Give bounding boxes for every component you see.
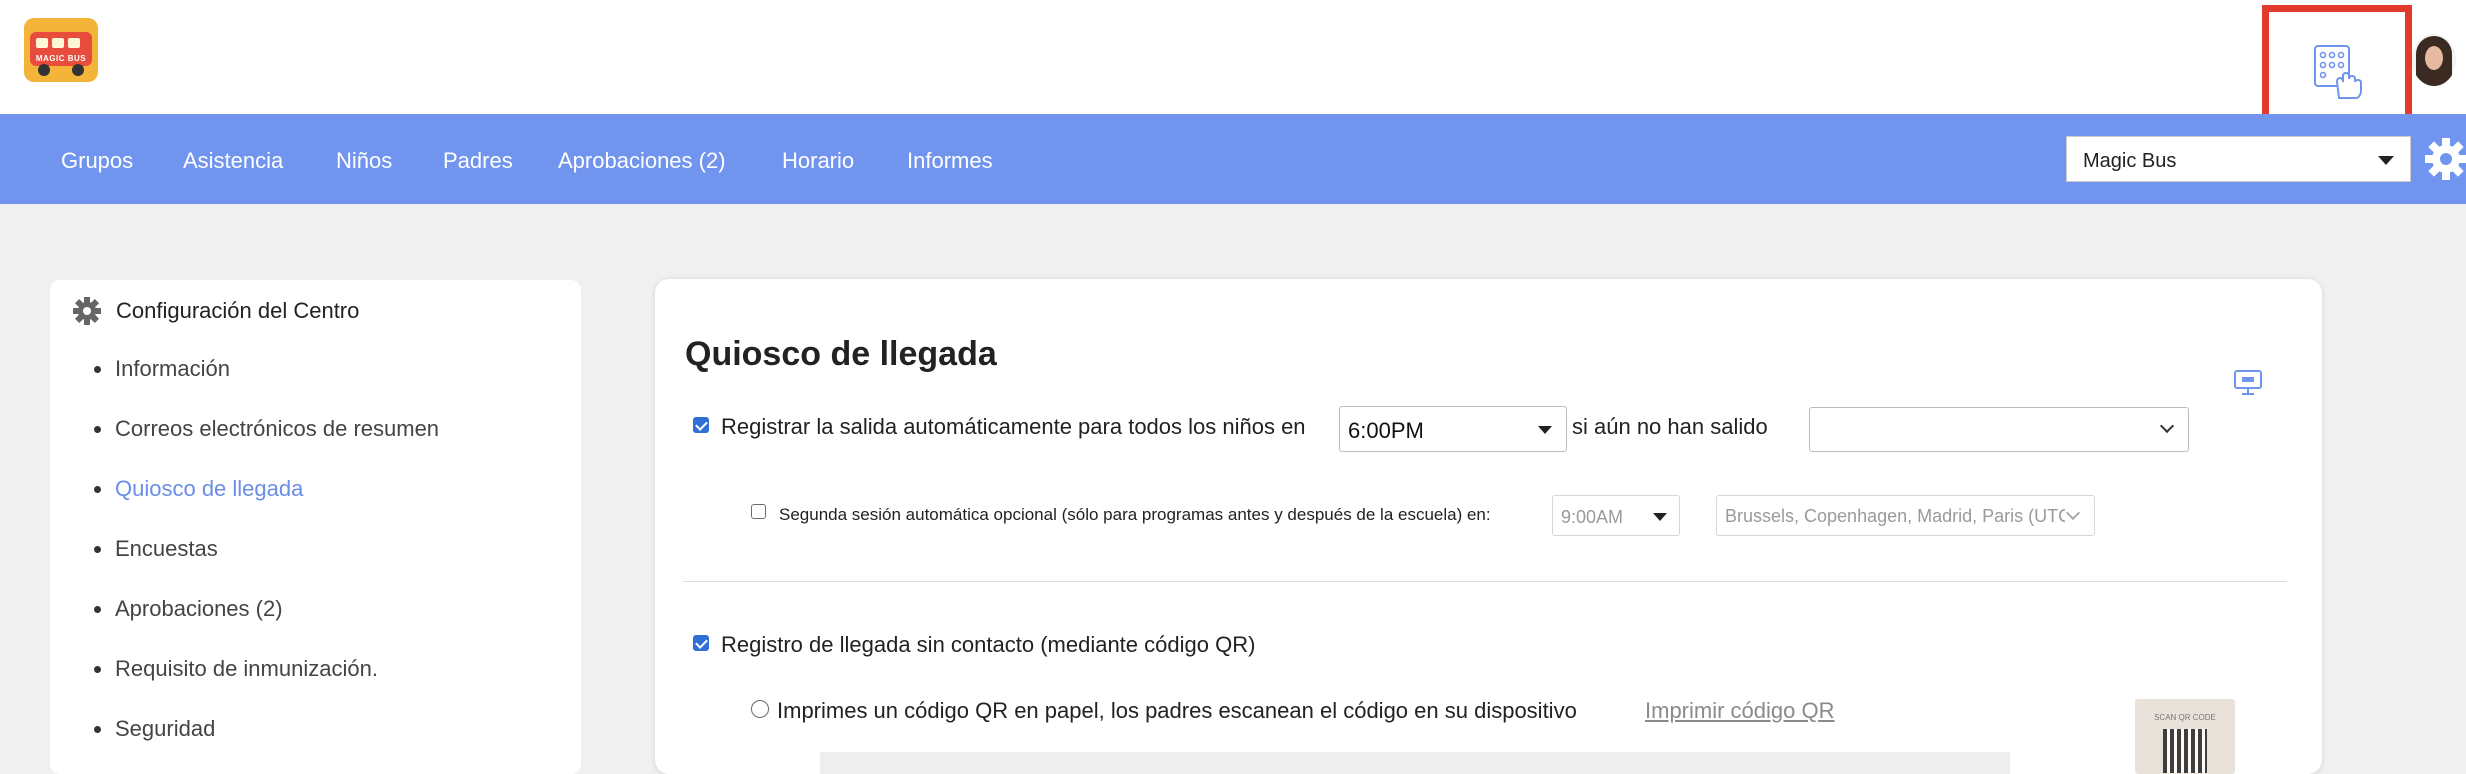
qr-code-preview[interactable]: SCAN QR CODE (2135, 699, 2235, 774)
contactless-checkbox[interactable] (693, 635, 709, 651)
chevron-down-icon (2065, 505, 2081, 521)
qr-paper-label: Imprimes un código QR en papel, los padr… (777, 698, 1577, 723)
monitor-preview-icon[interactable] (2233, 369, 2263, 397)
sidebar-item-aprobaciones[interactable]: Aprobaciones (2) (94, 596, 283, 622)
contactless-label: Registro de llegada sin contacto (median… (721, 632, 1256, 657)
selected-time: 9:00AM (1561, 507, 1624, 527)
timezone-select[interactable] (1809, 407, 2189, 452)
auto-checkout-checkbox[interactable] (693, 417, 709, 433)
sidebar-item-encuestas[interactable]: Encuestas (94, 536, 218, 562)
print-qr-link[interactable]: Imprimir código QR (1645, 698, 1834, 724)
section-divider (683, 581, 2287, 582)
sidebar-header: Configuración del Centro (72, 294, 359, 328)
bus-wheel (38, 64, 50, 76)
top-header: MAGIC BUS (0, 0, 2466, 129)
nav-aprobaciones[interactable]: Aprobaciones (2) (558, 148, 726, 174)
sidebar-item-label: Aprobaciones (2) (115, 596, 283, 621)
second-session-checkbox[interactable] (751, 504, 766, 519)
auto-checkout-label: Registrar la salida automáticamente para… (721, 414, 1306, 439)
sidebar-item-inmunizacion[interactable]: Requisito de inmunización. (94, 656, 378, 682)
sidebar-item-label: Quiosco de llegada (115, 476, 304, 501)
keypad-hand-icon (2314, 45, 2362, 99)
user-avatar[interactable] (2412, 34, 2456, 86)
second-session-timezone-select[interactable]: Brussels, Copenhagen, Madrid, Paris (UTC (1716, 495, 2095, 536)
caret-down-icon (1653, 513, 1667, 521)
bus-window (52, 38, 64, 48)
nav-ninos[interactable]: Niños (336, 148, 392, 174)
nav-padres[interactable]: Padres (443, 148, 513, 174)
settings-sidebar: Configuración del Centro Información Cor… (50, 280, 581, 774)
qr-paper-radio[interactable] (751, 700, 769, 718)
bus-window (68, 38, 80, 48)
sidebar-item-label: Encuestas (115, 536, 218, 561)
magic-bus-logo[interactable]: MAGIC BUS (24, 18, 98, 82)
second-session-time-select[interactable]: 9:00AM (1552, 495, 1680, 536)
chevron-down-icon (2159, 418, 2175, 434)
sidebar-item-seguridad[interactable]: Seguridad (94, 716, 215, 742)
bus-window (36, 38, 48, 48)
sidebar-item-label: Requisito de inmunización. (115, 656, 378, 681)
gear-icon (73, 297, 101, 325)
sidebar-item-label: Información (115, 356, 230, 381)
auto-checkout-suffix: si aún no han salido (1572, 414, 1768, 439)
bullet (94, 665, 101, 673)
caret-down-icon (1538, 426, 1552, 434)
bullet (94, 485, 101, 493)
page-title: Quiosco de llegada (685, 335, 997, 373)
logo-text: MAGIC BUS (35, 54, 87, 63)
caret-down-icon (2378, 156, 2394, 165)
qr-instructions-box (820, 752, 2010, 774)
qr-caption: SCAN QR CODE (2154, 713, 2216, 722)
kiosk-mode-button[interactable] (2262, 5, 2412, 129)
bullet (94, 605, 101, 613)
auto-checkout-time-select[interactable]: 6:00PM (1339, 406, 1567, 452)
sidebar-item-label: Seguridad (115, 716, 216, 741)
second-session-label: Segunda sesión automática opcional (sólo… (779, 505, 1491, 524)
center-selector[interactable]: Magic Bus (2066, 136, 2411, 182)
sidebar-title: Configuración del Centro (116, 298, 360, 323)
nav-asistencia[interactable]: Asistencia (183, 148, 283, 174)
bus-wheel (72, 64, 84, 76)
bullet (94, 425, 101, 433)
bullet (94, 365, 101, 373)
settings-gear-icon[interactable] (2422, 136, 2466, 182)
bullet (94, 545, 101, 553)
sidebar-item-label: Correos electrónicos de resumen (115, 416, 440, 441)
kiosk-settings-card: Quiosco de llegada Registrar la salida a… (655, 279, 2322, 774)
sidebar-item-quiosco[interactable]: Quiosco de llegada (94, 476, 303, 502)
nav-informes[interactable]: Informes (907, 148, 993, 174)
bullet (94, 725, 101, 733)
nav-horario[interactable]: Horario (782, 148, 854, 174)
qr-code-image (2163, 729, 2207, 773)
nav-grupos[interactable]: Grupos (61, 148, 133, 174)
center-selector-value: Magic Bus (2083, 150, 2177, 172)
selected-timezone: Brussels, Copenhagen, Madrid, Paris (UTC (1725, 506, 2065, 526)
sidebar-item-correos[interactable]: Correos electrónicos de resumen (94, 416, 439, 442)
avatar-face (2425, 46, 2443, 70)
selected-time: 6:00PM (1348, 418, 1424, 443)
sidebar-item-informacion[interactable]: Información (94, 356, 230, 382)
